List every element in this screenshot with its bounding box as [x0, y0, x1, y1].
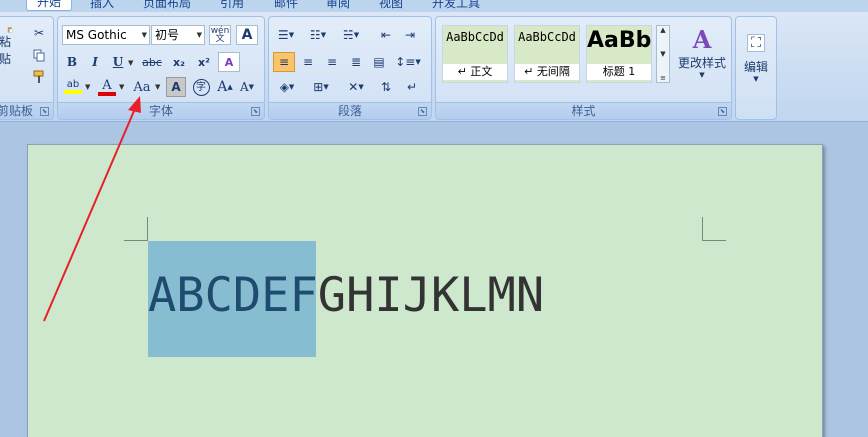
annotation-arrow [43, 96, 141, 322]
